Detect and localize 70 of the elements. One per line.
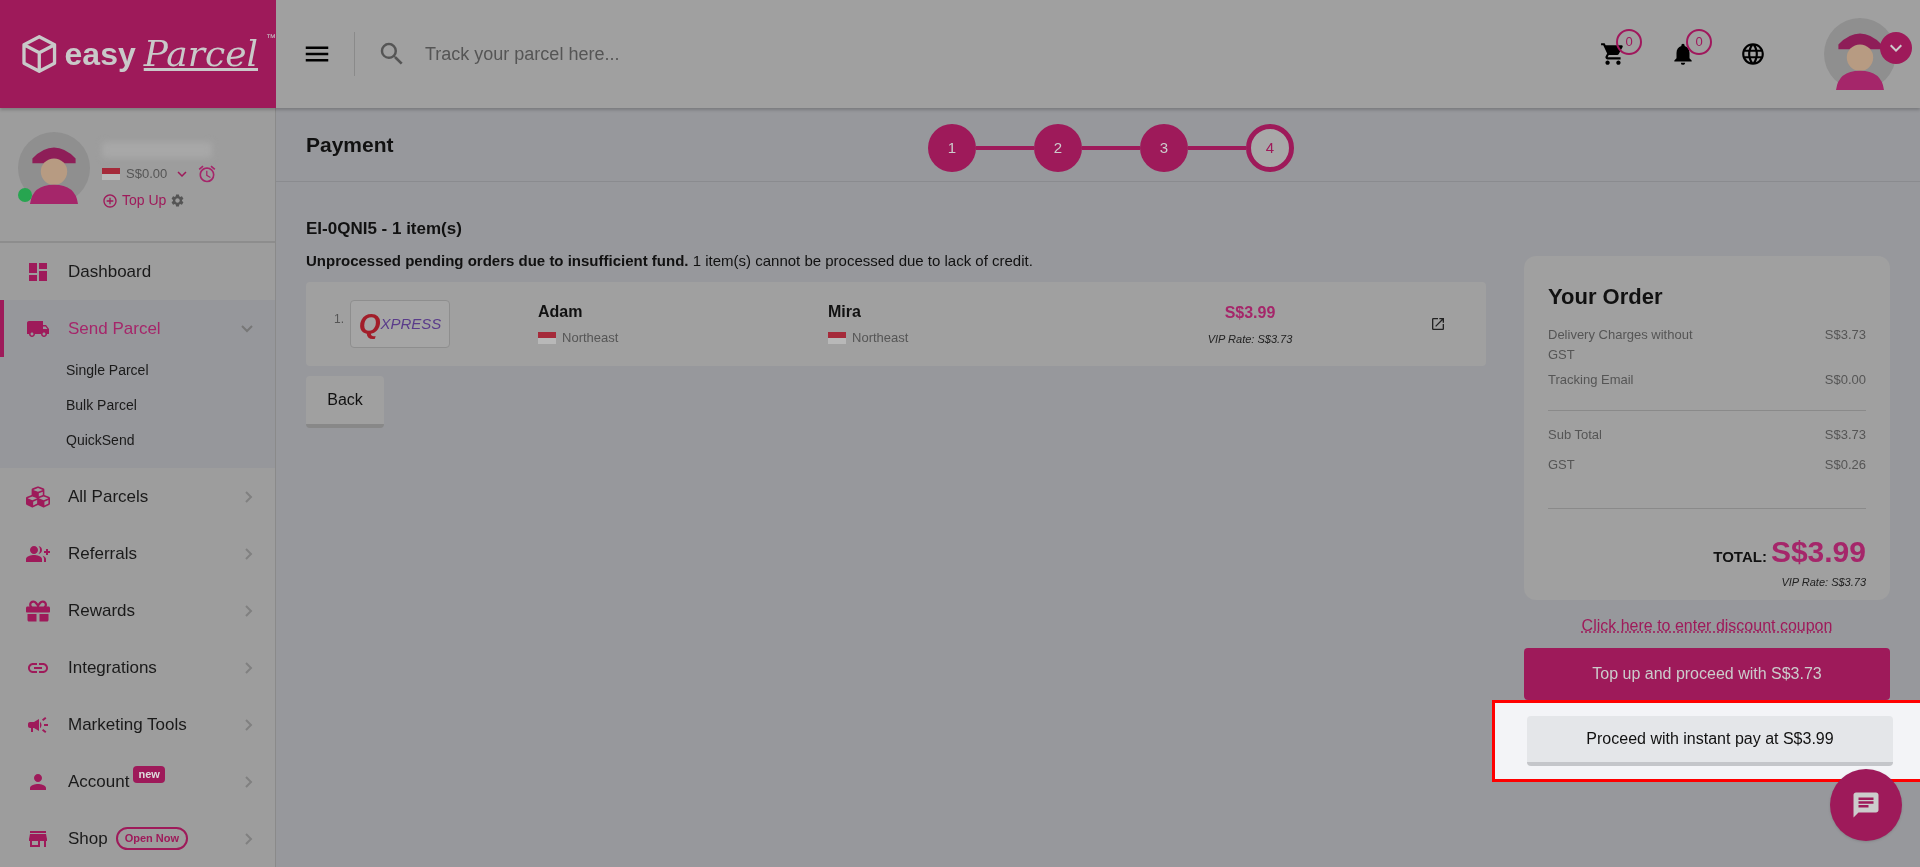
step-indicator: 1 <box>928 124 976 172</box>
boxes-icon <box>26 484 50 509</box>
order-price: S$3.99 <box>1224 302 1276 323</box>
step-indicator: 2 <box>1034 124 1082 172</box>
page-title: Payment <box>306 131 394 158</box>
step-indicator: 3 <box>1140 124 1188 172</box>
sidebar-item[interactable]: Referrals <box>0 525 275 582</box>
charge-label: Delivery Charges without GST <box>1548 326 1694 364</box>
subtotal-value: S$0.26 <box>1824 456 1866 474</box>
subtotal-value: S$3.73 <box>1824 425 1866 444</box>
subtotal-label: GST <box>1548 456 1575 474</box>
sidebar-label: Dashboard <box>68 260 152 283</box>
sidebar-item[interactable]: Marketing Tools <box>0 696 275 753</box>
globe-icon[interactable] <box>1740 41 1766 67</box>
sidebar-item[interactable]: Integrations <box>0 639 275 696</box>
count-badge: 0 <box>1616 29 1642 55</box>
sidebar-label: All Parcels <box>68 485 149 508</box>
row-number: 1. <box>334 311 344 328</box>
instant-pay-button[interactable]: Proceed with instant pay at S$3.99 <box>1527 716 1893 766</box>
sender-region: Northeast <box>562 329 619 348</box>
submenu-item[interactable]: Bulk Parcel <box>0 388 275 423</box>
vip-rate-text: VIP Rate: S$3.73 <box>1781 574 1866 590</box>
logo-text: easy <box>64 35 136 74</box>
trademark-text: ™ <box>266 31 276 45</box>
sidebar-item[interactable]: Rewards <box>0 582 275 639</box>
logo-script-text: Parcel <box>143 32 258 76</box>
sidebar-label: Referrals <box>68 542 137 565</box>
dropdown-button[interactable] <box>1880 32 1912 64</box>
top-up-button[interactable]: Top up and proceed with S$3.73 <box>1524 648 1890 700</box>
sidebar-label: Integrations <box>68 656 157 679</box>
sidebar-label: Marketing Tools <box>68 713 187 736</box>
search-field[interactable]: Track your parcel here... <box>425 40 925 68</box>
flag-icon <box>538 332 556 344</box>
batch-title: EI-0QNI5 - 1 item(s) <box>306 218 463 240</box>
total-label: TOTAL: <box>1713 546 1767 567</box>
count-badge: 0 <box>1686 29 1712 55</box>
flag-icon <box>828 332 846 344</box>
cart-icon[interactable] <box>1600 41 1626 67</box>
flag-icon <box>102 168 120 180</box>
submenu-item[interactable]: QuickSend <box>0 423 275 458</box>
sender-name: Adam <box>538 302 584 323</box>
insufficient-fund-notice: Unprocessed pending orders due to insufficient fund. 1 item(s) cannot be processed due to lack of credit. <box>306 250 1034 271</box>
chat-button[interactable] <box>1830 769 1902 841</box>
sidebar-item[interactable]: Dashboard <box>0 243 275 300</box>
gift-icon <box>26 598 50 623</box>
order-summary-title: Your Order <box>1548 283 1664 311</box>
sidebar-label: Rewards <box>68 599 136 622</box>
sidebar-item[interactable]: Shop Open Now <box>0 810 275 867</box>
charge-label: Tracking Email <box>1548 371 1635 389</box>
charge-value: S$3.73 <box>1824 326 1866 344</box>
step-indicator: 4 <box>1246 124 1294 172</box>
balance-text: S$0.00 <box>126 165 168 184</box>
sidebar-item[interactable]: All Parcels <box>0 468 275 525</box>
charge-value: S$0.00 <box>1824 371 1866 389</box>
total-amount: S$3.99 <box>1770 533 1866 570</box>
sidebar-label: Shop <box>68 827 108 850</box>
receiver-name: Mira <box>828 302 862 323</box>
back-button[interactable]: Back <box>306 376 384 428</box>
chat-icon <box>1851 790 1881 820</box>
open-now-badge: Open Now <box>115 827 189 850</box>
vip-rate-text: VIP Rate: S$3.73 <box>1207 331 1293 347</box>
sidebar-label: Send Parcel <box>68 317 161 340</box>
settings-icon[interactable] <box>170 193 186 208</box>
subtotal-label: Sub Total <box>1548 425 1602 444</box>
open-external-icon[interactable] <box>1430 316 1446 332</box>
sidebar-item[interactable]: Account new <box>0 753 275 810</box>
new-badge: new <box>133 766 165 783</box>
sidebar-label: Account <box>68 770 130 793</box>
receiver-region: Northeast <box>852 329 909 348</box>
alarm-clock-icon[interactable] <box>197 164 218 184</box>
